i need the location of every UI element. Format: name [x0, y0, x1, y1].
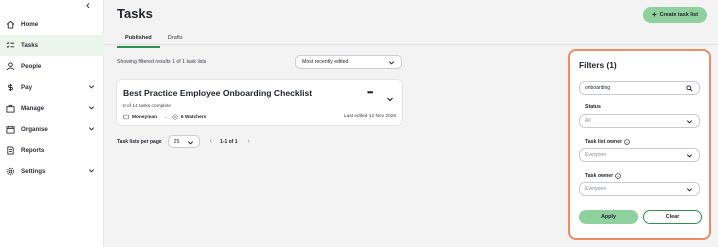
briefcase-icon: [4, 103, 16, 115]
clear-button[interactable]: Clear: [643, 210, 702, 224]
tasks-icon: [4, 40, 16, 52]
arrow-icon: →: [163, 115, 168, 120]
dollar-icon: [4, 82, 16, 94]
gear-icon: [4, 166, 16, 178]
task-progress: 0 of 14 tasks complete: [123, 104, 171, 109]
sidebar-item-home[interactable]: Home: [0, 14, 104, 35]
tabs: Published Drafts: [117, 32, 191, 48]
sidebar-nav: Home Tasks People Pay Manage Organise Re…: [0, 14, 104, 182]
task-list-owner-label-text: Task list owner: [585, 139, 623, 145]
chevron-down-icon: [88, 167, 96, 175]
sidebar-item-tasks[interactable]: Tasks: [0, 35, 104, 56]
create-task-list-label: Create task list: [659, 12, 699, 18]
status-value: All: [585, 118, 591, 124]
page-title: Tasks: [117, 6, 153, 21]
watchers-count[interactable]: 6 Watchers: [181, 115, 206, 120]
chevron-down-icon: [387, 97, 393, 102]
card-meta: Moneyman → 6 Watchers: [123, 114, 210, 121]
pagination: Task lists per page 25 ‹ 1-1 of 1 ›: [117, 135, 250, 148]
calendar-icon: [4, 124, 16, 136]
sidebar-item-label: Pay: [21, 84, 33, 91]
tab-drafts[interactable]: Drafts: [160, 32, 191, 48]
task-list-card: Best Practice Employee Onboarding Checkl…: [117, 80, 402, 125]
page-range: 1-1 of 1: [220, 138, 238, 145]
status-label-text: Status: [585, 104, 601, 110]
filters-panel: Filters (1) onboarding Status All Task l…: [568, 49, 711, 240]
sidebar-item-reports[interactable]: Reports: [0, 140, 104, 161]
task-list-owner-value: Everyone: [585, 152, 607, 158]
chevron-down-icon: [388, 59, 395, 66]
task-owner-select[interactable]: Everyone: [579, 182, 700, 196]
tab-published[interactable]: Published: [117, 32, 160, 48]
plus-icon: +: [651, 10, 657, 19]
sidebar-item-label: Tasks: [21, 42, 39, 49]
status-label: Status: [585, 104, 601, 110]
sidebar-item-organise[interactable]: Organise: [0, 119, 104, 140]
sidebar-item-manage[interactable]: Manage: [0, 98, 104, 119]
search-input[interactable]: onboarding: [579, 81, 700, 95]
create-task-list-button[interactable]: + Create task list: [643, 7, 707, 23]
owner-icon: [123, 114, 130, 121]
more-options-button[interactable]: •••: [367, 88, 373, 97]
search-value: onboarding: [585, 85, 611, 91]
task-list-owner-select[interactable]: Everyone: [579, 148, 700, 162]
results-count: Showing filtered results 1 of 1 task lis…: [117, 59, 207, 65]
next-page-button[interactable]: ›: [248, 138, 250, 145]
home-icon: [4, 19, 16, 31]
sort-value: Most recently edited: [302, 59, 349, 65]
task-list-owner-label: Task list owner: [585, 139, 630, 145]
info-icon[interactable]: [615, 173, 621, 179]
last-edited: Last edited 12 Nov 2026: [343, 114, 396, 119]
apply-button[interactable]: Apply: [579, 210, 638, 224]
chevron-down-icon: [686, 152, 693, 159]
sidebar-item-pay[interactable]: Pay: [0, 77, 104, 98]
chevron-down-icon: [88, 125, 96, 133]
task-owner-label-text: Task owner: [585, 173, 614, 179]
chevron-down-icon: [88, 104, 96, 112]
sort-select[interactable]: Most recently edited: [295, 55, 402, 69]
sidebar-item-people[interactable]: People: [0, 56, 104, 77]
search-icon[interactable]: [686, 85, 693, 92]
sidebar-item-label: Manage: [21, 105, 45, 112]
per-page-value: 25: [173, 138, 180, 145]
sidebar-item-label: Organise: [21, 126, 48, 133]
chevron-down-icon: [686, 186, 693, 193]
sidebar-item-label: Reports: [21, 147, 45, 154]
expand-card-button[interactable]: [386, 90, 394, 102]
per-page-label: Task lists per page: [117, 138, 162, 145]
owner-name: Moneyman: [132, 115, 158, 120]
sidebar-item-label: People: [21, 63, 42, 70]
sidebar-item-label: Home: [21, 21, 39, 28]
sidebar-item-label: Settings: [21, 168, 46, 175]
eye-icon: [172, 114, 179, 121]
tabs-divider: [104, 44, 718, 45]
prev-page-button[interactable]: ‹: [210, 138, 212, 145]
sidebar-item-settings[interactable]: Settings: [0, 161, 104, 182]
per-page-select[interactable]: 25: [167, 135, 200, 148]
info-icon[interactable]: [624, 139, 630, 145]
chevron-down-icon: [187, 139, 194, 146]
status-select[interactable]: All: [579, 114, 700, 128]
filters-title: Filters (1): [579, 60, 617, 70]
person-icon: [4, 61, 16, 73]
chevron-down-icon: [686, 118, 693, 125]
sidebar: ‹ Home Tasks People Pay Manage Organise: [0, 0, 104, 247]
chevron-down-icon: [88, 83, 96, 91]
collapse-sidebar-button[interactable]: ‹: [86, 0, 100, 12]
document-icon: [4, 145, 16, 157]
task-owner-value: Everyone: [585, 186, 607, 192]
task-owner-label: Task owner: [585, 173, 621, 179]
task-list-title[interactable]: Best Practice Employee Onboarding Checkl…: [123, 88, 312, 98]
